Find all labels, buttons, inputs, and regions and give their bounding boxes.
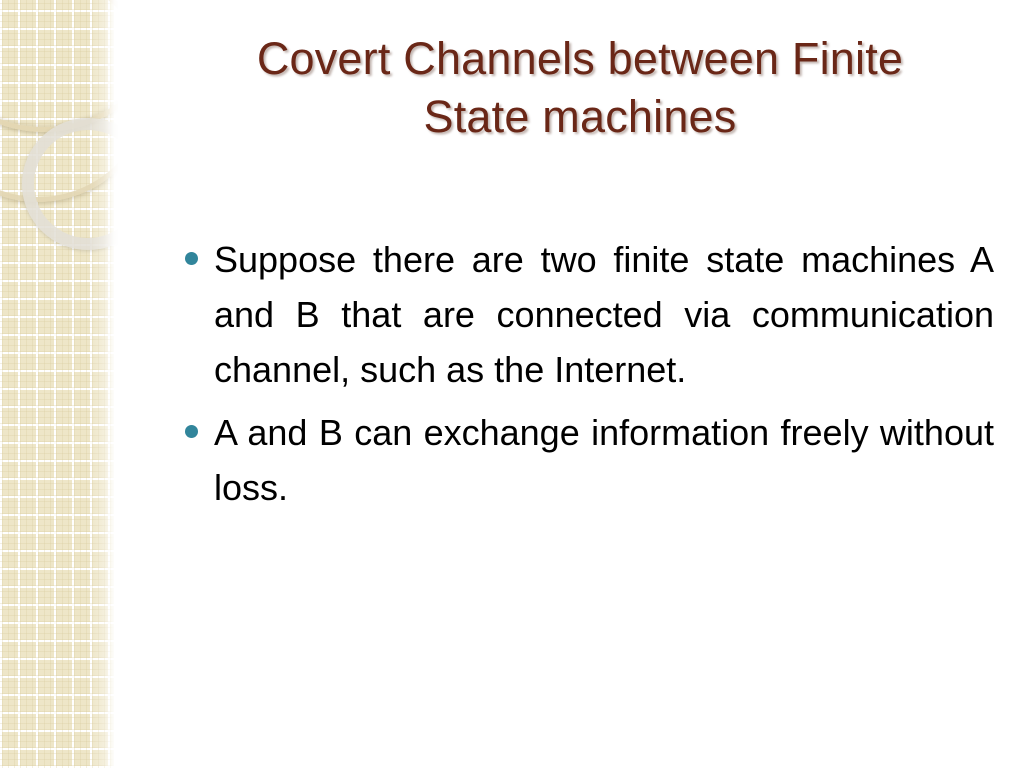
bullet-dot-icon xyxy=(185,252,198,265)
title-line-1: Covert Channels between Finite xyxy=(256,33,904,84)
bullet-dot-icon xyxy=(185,425,198,438)
bullet-text-1: Suppose there are two finite state machi… xyxy=(214,239,994,390)
bullet-text-2: A and B can exchange information freely … xyxy=(214,412,994,508)
slide: Covert Channels between Finite State mac… xyxy=(0,0,1024,768)
decorative-left-band xyxy=(0,0,118,768)
title-line-2: State machines xyxy=(423,91,737,142)
slide-title: Covert Channels between Finite State mac… xyxy=(150,30,1010,146)
slide-body: Suppose there are two finite state machi… xyxy=(182,232,994,578)
band-edge-fade xyxy=(90,0,118,768)
bullet-item: Suppose there are two finite state machi… xyxy=(182,232,994,397)
bullet-item: A and B can exchange information freely … xyxy=(182,405,994,570)
